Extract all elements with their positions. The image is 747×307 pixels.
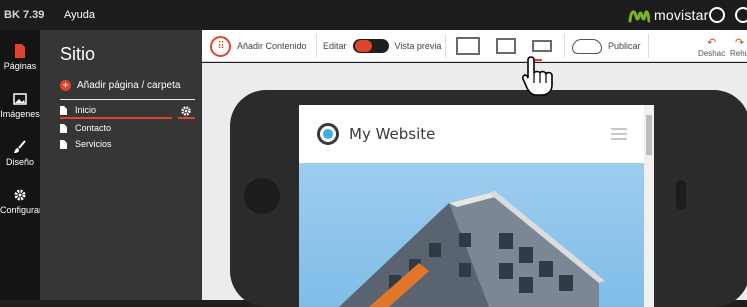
page-label: Inicio bbox=[75, 105, 97, 115]
separator bbox=[648, 34, 649, 58]
page-label: Contacto bbox=[75, 123, 112, 133]
divider bbox=[60, 99, 195, 100]
preview-canvas: My Website bbox=[202, 63, 747, 307]
site-panel: Sitio + Añadir página / carpeta Inicio C… bbox=[40, 30, 202, 300]
nav-item-pages[interactable]: Páginas bbox=[0, 44, 40, 71]
undo-label: Deshac bbox=[698, 49, 726, 58]
page-item-inicio[interactable]: Inicio bbox=[60, 105, 96, 115]
phone-home-button bbox=[244, 178, 280, 214]
user-icon[interactable] bbox=[709, 7, 725, 23]
editor-toolbar: ⠿ Añadir Contenido Editar Vista previa P… bbox=[202, 30, 747, 62]
toggle-switch[interactable] bbox=[352, 39, 389, 53]
redo-arrow-icon: ↷ bbox=[734, 37, 745, 49]
tablet-view-icon[interactable] bbox=[496, 38, 516, 54]
gear-indicator bbox=[178, 117, 195, 119]
separator bbox=[316, 34, 317, 58]
logout-icon[interactable] bbox=[735, 7, 747, 23]
nav-item-images[interactable]: Imágenes bbox=[0, 92, 40, 119]
nav-item-design[interactable]: Diseño bbox=[0, 140, 40, 167]
nav-item-label: Configurar bbox=[0, 205, 43, 215]
redo-label: Rehu bbox=[730, 49, 747, 58]
phone-side-slot bbox=[676, 180, 686, 210]
preview-label: Vista previa bbox=[394, 41, 442, 51]
add-page-button[interactable]: + Añadir página / carpeta bbox=[60, 80, 180, 91]
publish-label: Publicar bbox=[608, 41, 641, 51]
plus-icon: + bbox=[60, 80, 71, 91]
hand-cursor-icon bbox=[522, 56, 553, 96]
hero-image bbox=[299, 163, 644, 307]
building-image bbox=[339, 191, 605, 307]
nav-item-label: Imágenes bbox=[0, 109, 40, 119]
document-icon bbox=[60, 105, 67, 115]
image-icon bbox=[13, 93, 27, 105]
mobile-view-icon[interactable] bbox=[532, 40, 552, 52]
page-item-servicios[interactable]: Servicios bbox=[60, 139, 112, 149]
nav-item-label: Diseño bbox=[5, 157, 34, 167]
hamburger-menu-icon[interactable] bbox=[611, 128, 627, 143]
desktop-view-icon[interactable] bbox=[456, 37, 480, 55]
nav-item-settings[interactable]: Configurar bbox=[0, 188, 43, 215]
add-content-button[interactable]: ⠿ Añadir Contenido bbox=[210, 30, 307, 62]
page-label: Servicios bbox=[75, 139, 112, 149]
document-icon bbox=[60, 123, 67, 133]
help-menu[interactable]: Ayuda bbox=[64, 9, 95, 21]
edit-preview-toggle[interactable]: Editar Vista previa bbox=[323, 30, 441, 62]
add-page-label: Añadir página / carpeta bbox=[77, 80, 181, 91]
grid-dots-icon: ⠿ bbox=[210, 35, 231, 57]
preview-scrollbar[interactable] bbox=[644, 105, 654, 307]
top-bar: BK 7.39 Ayuda movistar bbox=[0, 0, 747, 30]
nav-item-label: Páginas bbox=[3, 61, 37, 71]
edit-label: Editar bbox=[323, 41, 347, 51]
brand-name: movistar bbox=[654, 7, 709, 23]
scroll-thumb[interactable] bbox=[646, 115, 652, 155]
active-page-indicator bbox=[60, 117, 172, 119]
site-logo-icon bbox=[317, 123, 339, 145]
page-icon bbox=[15, 44, 25, 58]
redo-button[interactable]: ↷ Rehu bbox=[730, 36, 747, 58]
left-nav: Páginas Imágenes Diseño Configurar bbox=[0, 30, 43, 300]
gear-icon bbox=[14, 189, 26, 201]
separator bbox=[445, 34, 446, 58]
publish-button[interactable]: Publicar bbox=[572, 30, 641, 62]
site-name: My Website bbox=[349, 125, 436, 143]
brand-logo: movistar bbox=[628, 6, 709, 24]
brush-icon bbox=[14, 140, 26, 153]
page-settings-gear-icon[interactable] bbox=[180, 105, 192, 117]
version-label: BK 7.39 bbox=[4, 9, 45, 21]
phone-screen: My Website bbox=[299, 105, 654, 307]
cloud-icon bbox=[572, 38, 602, 54]
panel-title: Sitio bbox=[60, 44, 96, 64]
undo-button[interactable]: ↶ Deshac bbox=[698, 36, 725, 58]
separator bbox=[564, 34, 565, 58]
undo-arrow-icon: ↶ bbox=[706, 37, 717, 49]
page-item-contacto[interactable]: Contacto bbox=[60, 123, 111, 133]
add-content-label: Añadir Contenido bbox=[237, 41, 307, 51]
phone-frame: My Website bbox=[230, 90, 747, 307]
document-icon bbox=[60, 139, 67, 149]
movistar-m-icon bbox=[628, 10, 650, 23]
site-header: My Website bbox=[299, 105, 644, 163]
